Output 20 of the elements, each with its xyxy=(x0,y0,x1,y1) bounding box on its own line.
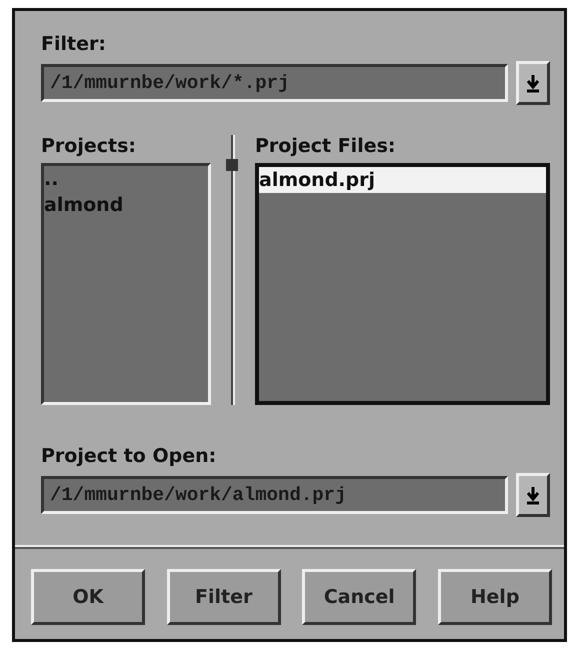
project-files-list[interactable]: almond.prj xyxy=(255,163,550,405)
project-item[interactable]: almond xyxy=(44,192,208,218)
project-file-item[interactable]: almond.prj xyxy=(259,167,546,193)
dialog-button[interactable]: OK xyxy=(31,569,145,625)
projects-label: Projects: xyxy=(41,135,137,157)
sash-handle[interactable] xyxy=(226,159,238,171)
project-item[interactable]: .. xyxy=(44,166,208,192)
down-arrow-icon xyxy=(525,484,541,506)
filter-label: Filter: xyxy=(41,33,107,55)
dialog-button[interactable]: Cancel xyxy=(302,569,416,625)
filter-field[interactable]: /1/mmurnbe/work/*.prj xyxy=(41,64,508,102)
dropdown-button[interactable] xyxy=(516,61,550,105)
dropdown-button[interactable] xyxy=(516,473,550,517)
dialog-button[interactable]: Filter xyxy=(166,569,281,625)
dialog-button[interactable]: Help xyxy=(438,569,552,625)
project-files-label: Project Files: xyxy=(255,135,397,157)
down-arrow-icon xyxy=(525,72,541,94)
project-to-open-field[interactable]: /1/mmurnbe/work/almond.prj xyxy=(41,476,508,514)
project-to-open-label: Project to Open: xyxy=(41,445,218,467)
projects-list[interactable]: .. almond xyxy=(41,163,211,405)
